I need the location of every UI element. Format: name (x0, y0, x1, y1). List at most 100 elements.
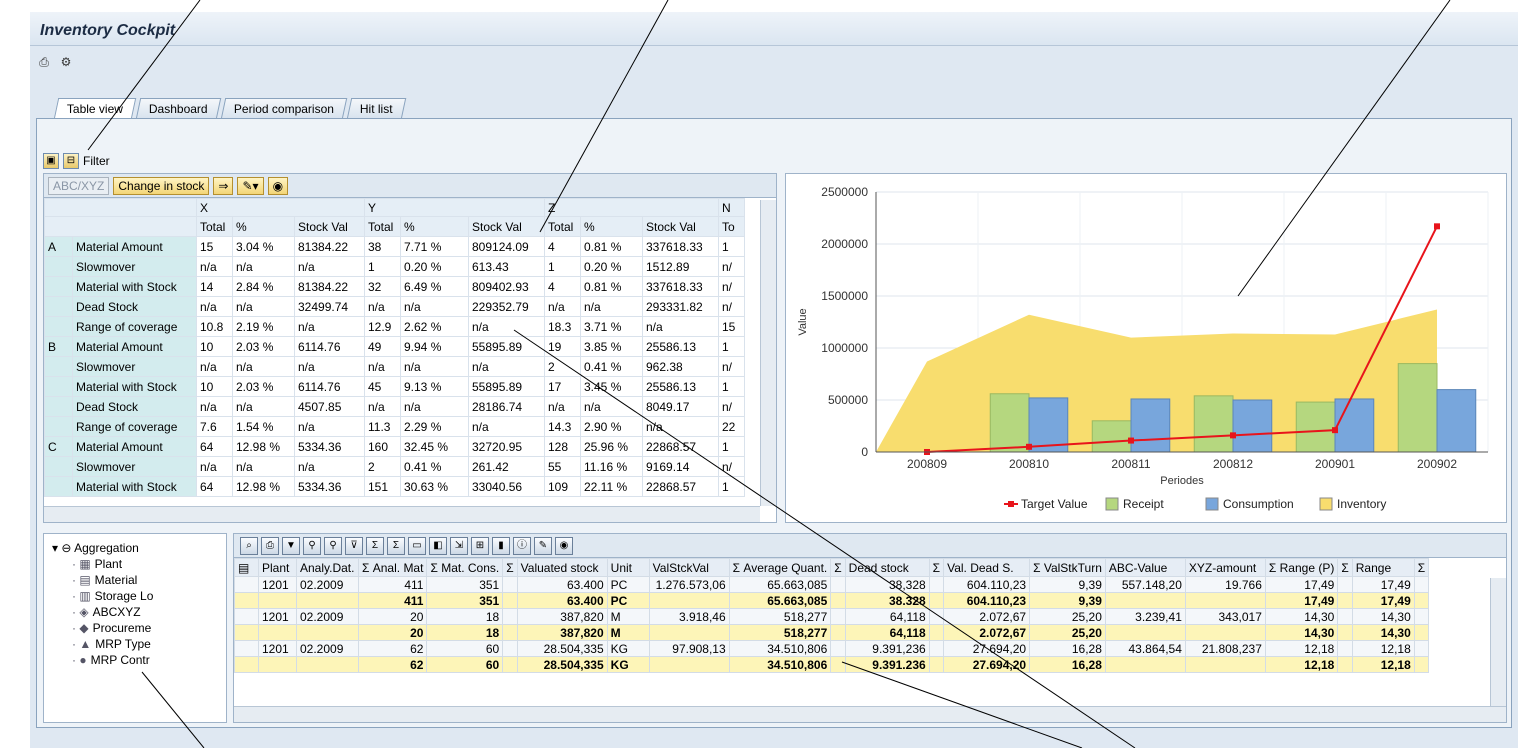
matrix-cell[interactable]: 25586.13 (642, 376, 719, 397)
find-icon[interactable]: ⚲ (303, 536, 321, 555)
subtotal-row[interactable]: 20 18 387,820 M 518,277 64,118 2.072,67 25,20 14… (234, 624, 1430, 641)
column-header[interactable]: ABC-Value (1104, 558, 1186, 577)
tree-item-storage-lo[interactable]: · ▥ Storage Lo (72, 588, 226, 604)
matrix-cell[interactable]: n/a (232, 456, 295, 477)
matrix-cell[interactable]: 261.42 (468, 456, 545, 477)
matrix-cell[interactable]: 160 (364, 436, 401, 457)
matrix-cell[interactable]: n/a (294, 416, 365, 437)
matrix-cell[interactable]: 55895.89 (468, 336, 545, 357)
matrix-cell[interactable]: 22.11 % (580, 476, 643, 497)
matrix-cell[interactable]: 3.71 % (580, 316, 643, 337)
matrix-cell[interactable]: n/a (196, 356, 233, 377)
column-header[interactable]: XYZ-amount (1184, 558, 1266, 577)
matrix-cell[interactable]: n/a (232, 356, 295, 377)
matrix-cell[interactable]: 33040.56 (468, 476, 545, 497)
settings-icon[interactable]: ⚙ (58, 54, 74, 70)
column-header[interactable]: Valuated stock (516, 558, 608, 577)
column-header[interactable]: Σ ValStkTurn (1029, 558, 1106, 577)
matrix-cell[interactable]: n/a (400, 396, 469, 417)
target-value-point[interactable] (1128, 437, 1134, 444)
details-icon[interactable]: ⌕ (240, 536, 258, 555)
tab-dashboard[interactable]: Dashboard (135, 98, 221, 119)
matrix-cell[interactable]: 18.3 (544, 316, 581, 337)
column-header[interactable]: Σ Range (P) (1264, 558, 1339, 577)
matrix-cell[interactable]: 3.45 % (580, 376, 643, 397)
matrix-cell[interactable]: 229352.79 (468, 296, 545, 317)
matrix-cell[interactable]: 30.63 % (400, 476, 469, 497)
tree-item-mrp-type[interactable]: · ▲ MRP Type (72, 636, 226, 652)
matrix-cell[interactable]: 2 (364, 456, 401, 477)
column-header[interactable]: Σ (1337, 558, 1353, 577)
matrix-cell[interactable]: n/ (718, 456, 745, 477)
matrix-vertical-scrollbar[interactable] (760, 200, 776, 506)
target-value-point[interactable] (1332, 427, 1338, 434)
matrix-cell[interactable]: n/a (400, 356, 469, 377)
matrix-cell[interactable]: n/a (294, 316, 365, 337)
grid-horizontal-scrollbar[interactable] (234, 706, 1506, 722)
matrix-cell[interactable]: 6114.76 (294, 336, 365, 357)
receipt-bar[interactable] (1193, 395, 1234, 453)
matrix-cell[interactable]: 12.98 % (232, 436, 295, 457)
matrix-cell[interactable]: 293331.82 (642, 296, 719, 317)
matrix-cell[interactable]: 9.13 % (400, 376, 469, 397)
column-header[interactable]: Σ Average Quant. (728, 558, 832, 577)
matrix-cell[interactable]: 22868.57 (642, 476, 719, 497)
matrix-cell[interactable]: 9.94 % (400, 336, 469, 357)
info-icon[interactable]: ⓘ (513, 536, 531, 555)
matrix-cell[interactable]: n/a (232, 256, 295, 277)
matrix-cell[interactable]: 10 (196, 376, 233, 397)
matrix-cell[interactable]: n/a (580, 396, 643, 417)
matrix-cell[interactable]: 809124.09 (468, 236, 545, 257)
matrix-cell[interactable]: 81384.22 (294, 236, 365, 257)
matrix-cell[interactable]: 337618.33 (642, 276, 719, 297)
matrix-cell[interactable]: 11.16 % (580, 456, 643, 477)
matrix-cell[interactable]: 81384.22 (294, 276, 365, 297)
matrix-cell[interactable]: n/a (400, 296, 469, 317)
abc-xyz-button[interactable]: ABC/XYZ (48, 176, 110, 195)
matrix-cell[interactable]: n/a (468, 316, 545, 337)
matrix-cell[interactable]: 12.9 (364, 316, 401, 337)
matrix-cell[interactable]: 3.85 % (580, 336, 643, 357)
table-row[interactable]: 1201 02.2009 411 351 63.400 PC 1.276.573,06 65.… (234, 576, 1430, 593)
matrix-cell[interactable]: 38 (364, 236, 401, 257)
matrix-cell[interactable]: 10 (196, 336, 233, 357)
matrix-cell[interactable]: 2.03 % (232, 376, 295, 397)
matrix-cell[interactable]: 809402.93 (468, 276, 545, 297)
matrix-cell[interactable]: n/a (294, 456, 365, 477)
matrix-cell[interactable]: 32499.74 (294, 296, 365, 317)
matrix-cell[interactable]: n/a (364, 356, 401, 377)
print-icon[interactable]: ⎙ (36, 54, 52, 70)
row-selector[interactable] (234, 592, 259, 609)
matrix-cell[interactable]: n/a (364, 296, 401, 317)
matrix-cell[interactable]: 1 (718, 336, 745, 357)
column-header[interactable]: Unit (606, 558, 650, 577)
matrix-cell[interactable]: 17 (544, 376, 581, 397)
row-selector[interactable] (234, 576, 259, 593)
matrix-cell[interactable]: 7.6 (196, 416, 233, 437)
matrix-cell[interactable]: 5334.36 (294, 476, 365, 497)
matrix-cell[interactable]: 10.8 (196, 316, 233, 337)
column-header[interactable]: Analy.Dat. (296, 558, 359, 577)
matrix-cell[interactable]: 4 (544, 276, 581, 297)
matrix-cell[interactable]: 9169.14 (642, 456, 719, 477)
matrix-cell[interactable]: n/a (232, 296, 295, 317)
matrix-cell[interactable]: n/a (196, 296, 233, 317)
row-selector[interactable] (234, 640, 259, 657)
layout-icon[interactable]: ▭ (408, 536, 426, 555)
matrix-cell[interactable]: n/a (364, 396, 401, 417)
matrix-cell[interactable]: 2.03 % (232, 336, 295, 357)
tree-item-material[interactable]: · ▤ Material (72, 572, 226, 588)
matrix-cell[interactable]: 55895.89 (468, 376, 545, 397)
matrix-cell[interactable]: 15 (196, 236, 233, 257)
matrix-cell[interactable]: 0.41 % (580, 356, 643, 377)
matrix-cell[interactable]: n/a (294, 256, 365, 277)
receipt-bar[interactable] (989, 393, 1030, 453)
matrix-cell[interactable]: 22868.57 (642, 436, 719, 457)
target-value-point[interactable] (1026, 443, 1032, 450)
matrix-cell[interactable]: 1512.89 (642, 256, 719, 277)
matrix-cell[interactable]: 55 (544, 456, 581, 477)
graphic-icon[interactable]: ▮ (492, 536, 510, 555)
table-row[interactable]: 1201 02.2009 20 18 387,820 M 3.918,46 518,277 64… (234, 608, 1430, 625)
matrix-cell[interactable]: 8049.17 (642, 396, 719, 417)
matrix-cell[interactable]: 1 (718, 436, 745, 457)
